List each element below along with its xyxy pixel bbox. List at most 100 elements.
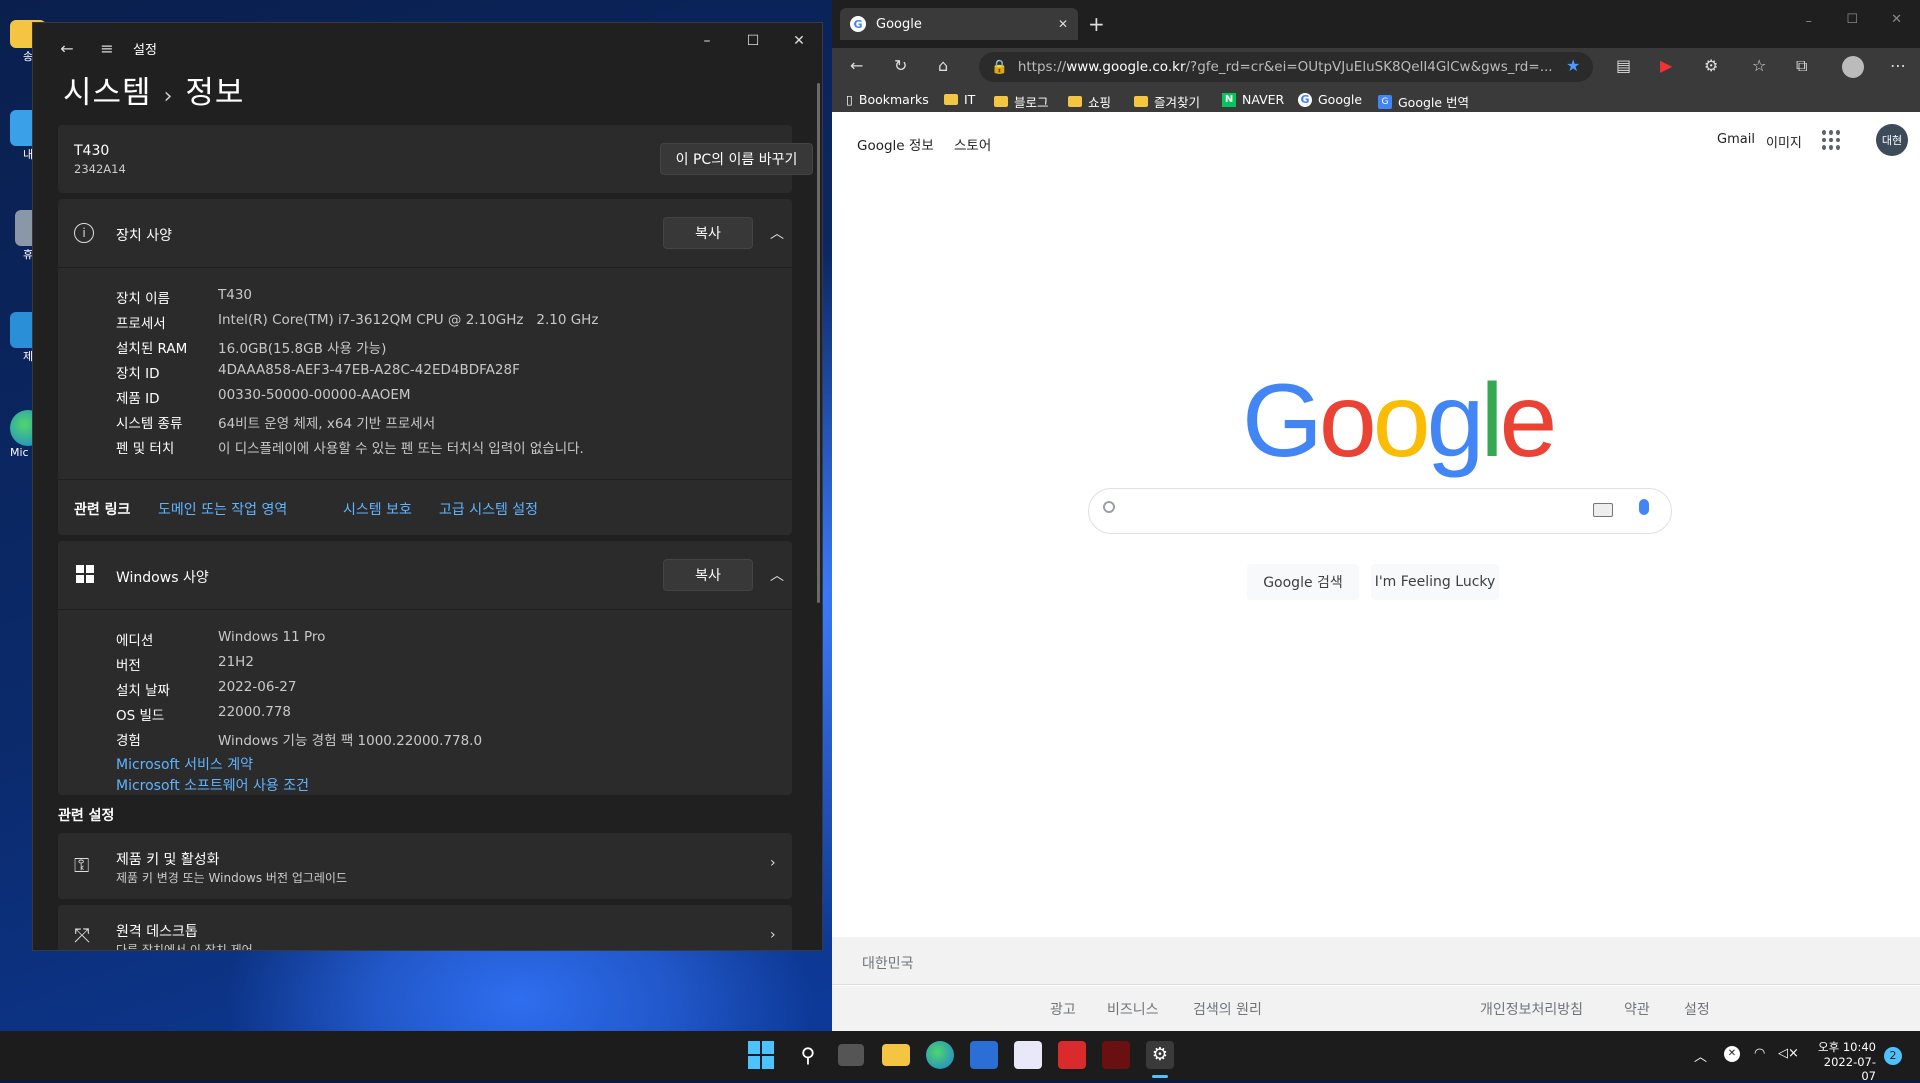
youtube-extension-icon[interactable]: ▶ xyxy=(1660,56,1672,75)
bookmark-item[interactable]: 즐겨찾기 xyxy=(1134,92,1200,111)
bookmark-item[interactable]: G Google xyxy=(1298,92,1362,107)
device-specs-header[interactable]: i 장치 사양 복사 ︿ xyxy=(58,199,792,267)
spec-key: 설치 날짜 xyxy=(116,683,170,699)
account-avatar[interactable]: 대현 xyxy=(1876,124,1908,156)
spec-row: 경험 Windows 기능 경험 팩 1000.22000.778.0 xyxy=(116,729,482,749)
back-arrow-icon[interactable]: ← xyxy=(850,56,863,75)
start-windows-icon[interactable] xyxy=(748,1041,776,1069)
close-tab-icon[interactable]: ✕ xyxy=(1058,17,1068,31)
rename-pc-button[interactable]: 이 PC의 이름 바꾸기 xyxy=(660,143,813,175)
chevron-up-icon[interactable]: ︿ xyxy=(1694,1046,1707,1065)
spec-key: 시스템 종류 xyxy=(116,416,183,432)
breadcrumb-separator: › xyxy=(163,84,174,109)
search-input[interactable] xyxy=(1088,488,1672,534)
minimize-icon[interactable]: – xyxy=(1806,14,1813,29)
bookmark-item[interactable]: 블로그 xyxy=(994,92,1049,111)
apps-grid-icon[interactable] xyxy=(1822,130,1842,150)
microphone-icon[interactable] xyxy=(1639,499,1649,515)
keyboard-icon[interactable] xyxy=(1593,503,1613,517)
chevron-up-icon[interactable]: ︿ xyxy=(770,565,784,585)
bookmark-label: 블로그 xyxy=(1014,95,1049,110)
close-circle-icon[interactable]: ✕ xyxy=(1724,1046,1740,1062)
windows-specs-header[interactable]: Windows 사양 복사 ︿ xyxy=(58,541,792,609)
link-about-google[interactable]: Google 정보 xyxy=(857,134,934,154)
feeling-lucky-button[interactable]: I'm Feeling Lucky xyxy=(1371,564,1499,600)
maximize-icon[interactable]: ☐ xyxy=(730,23,776,59)
print-icon[interactable]: ▤ xyxy=(1616,56,1631,75)
hamburger-menu-icon[interactable]: ≡ xyxy=(87,33,127,63)
profile-avatar[interactable] xyxy=(1842,56,1864,78)
close-icon[interactable]: ✕ xyxy=(1891,12,1902,27)
footer-link-how-search-works[interactable]: 검색의 원리 xyxy=(1193,999,1262,1019)
link-domain-workgroup[interactable]: 도메인 또는 작업 영역 xyxy=(158,499,287,519)
media-app-icon[interactable] xyxy=(1102,1041,1130,1069)
maximize-icon[interactable]: ☐ xyxy=(1846,12,1858,27)
spec-row: 에디션 Windows 11 Pro xyxy=(116,629,325,649)
spec-row: 버전 21H2 xyxy=(116,654,254,674)
link-advanced-system-settings[interactable]: 고급 시스템 설정 xyxy=(439,499,538,519)
favorites-icon[interactable]: ☆ xyxy=(1752,56,1766,75)
tab-google[interactable]: G Google ✕ xyxy=(840,8,1078,40)
file-explorer-icon[interactable] xyxy=(882,1044,910,1066)
back-arrow-icon[interactable]: ← xyxy=(47,33,87,63)
folder-icon xyxy=(994,96,1008,107)
bookmark-item[interactable]: 쇼핑 xyxy=(1068,92,1111,111)
logo-letter: g xyxy=(1426,363,1485,479)
settings-gear-icon[interactable]: ⚙ xyxy=(1146,1041,1174,1069)
footer-country-bar: 대한민국 xyxy=(832,937,1920,985)
breadcrumb-parent[interactable]: 시스템 xyxy=(63,75,152,111)
copy-windows-specs-button[interactable]: 복사 xyxy=(663,559,753,591)
link-system-protection[interactable]: 시스템 보호 xyxy=(343,499,412,519)
related-setting-remote-desktop[interactable]: ⤧ 원격 데스크톱 다른 장치에서 이 장치 제어 › xyxy=(58,905,792,950)
link-microsoft-services-agreement[interactable]: Microsoft 서비스 계약 xyxy=(116,754,253,774)
clock[interactable]: 오후 10:40 2022-07-07 xyxy=(1810,1039,1876,1083)
address-bar[interactable]: 🔒 https://www.google.co.kr/?gfe_rd=cr&ei… xyxy=(979,52,1593,82)
footer-link-settings[interactable]: 설정 xyxy=(1684,999,1710,1019)
favorite-star-icon[interactable]: ★ xyxy=(1566,56,1580,75)
spec-value: 00330-50000-00000-AAOEM xyxy=(218,387,411,403)
collections-icon[interactable]: ⧉ xyxy=(1796,56,1807,76)
link-store[interactable]: 스토어 xyxy=(954,134,991,154)
footer-link-terms[interactable]: 약관 xyxy=(1624,999,1650,1019)
bookmark-item[interactable]: ▯ Bookmarks xyxy=(846,92,929,107)
footer-link-business[interactable]: 비즈니스 xyxy=(1107,999,1159,1019)
refresh-icon[interactable]: ↻ xyxy=(894,56,907,75)
logo-letter: G xyxy=(1242,363,1323,479)
link-images[interactable]: 이미지 xyxy=(1766,132,1802,151)
link-gmail[interactable]: Gmail xyxy=(1717,132,1755,147)
folder-icon xyxy=(944,94,958,105)
extensions-icon[interactable]: ⚙ xyxy=(1704,56,1718,75)
new-tab-icon[interactable]: + xyxy=(1088,12,1105,36)
related-setting-product-key[interactable]: ⚿ 제품 키 및 활성화 제품 키 변경 또는 Windows 버전 업그레이드… xyxy=(58,833,792,899)
edge-icon[interactable] xyxy=(926,1041,954,1069)
minimize-icon[interactable]: – xyxy=(684,23,730,59)
footer-link-advertising[interactable]: 광고 xyxy=(1050,999,1076,1019)
chevron-up-icon[interactable]: ︿ xyxy=(770,223,784,243)
bookmark-item[interactable]: N NAVER xyxy=(1222,92,1284,107)
search-icon[interactable]: ⚲ xyxy=(794,1041,822,1069)
bookmark-label: NAVER xyxy=(1242,92,1285,107)
close-icon[interactable]: ✕ xyxy=(776,23,822,59)
spec-row: 장치 ID 4DAAA858-AEF3-47EB-A28C-42ED4BDFA28… xyxy=(116,362,520,382)
volume-muted-icon[interactable]: ◁× xyxy=(1778,1046,1799,1061)
wifi-icon[interactable]: ◠ xyxy=(1754,1046,1765,1061)
divider xyxy=(58,609,792,610)
footer-link-privacy[interactable]: 개인정보처리방침 xyxy=(1480,999,1583,1019)
spec-value: 22000.778 xyxy=(218,704,292,720)
remote-desktop-icon: ⤧ xyxy=(74,923,90,947)
task-view-icon[interactable] xyxy=(838,1044,864,1066)
notification-badge[interactable]: 2 xyxy=(1884,1047,1902,1065)
scrollbar[interactable] xyxy=(817,83,820,603)
bookmark-item[interactable]: G Google 번역 xyxy=(1378,92,1469,111)
paint-icon[interactable] xyxy=(1014,1041,1042,1069)
copy-device-specs-button[interactable]: 복사 xyxy=(663,217,753,249)
link-microsoft-software-license[interactable]: Microsoft 소프트웨어 사용 조건 xyxy=(116,775,309,795)
bookmark-item[interactable]: IT xyxy=(944,92,975,107)
google-search-button[interactable]: Google 검색 xyxy=(1247,564,1359,600)
flash-app-icon[interactable] xyxy=(1058,1041,1086,1069)
more-options-icon[interactable]: ⋯ xyxy=(1890,56,1906,75)
home-icon[interactable]: ⌂ xyxy=(938,56,948,75)
related-setting-subtitle: 제품 키 변경 또는 Windows 버전 업그레이드 xyxy=(116,871,348,885)
microsoft-store-icon[interactable] xyxy=(970,1041,998,1069)
app-title: 설정 xyxy=(133,42,157,58)
